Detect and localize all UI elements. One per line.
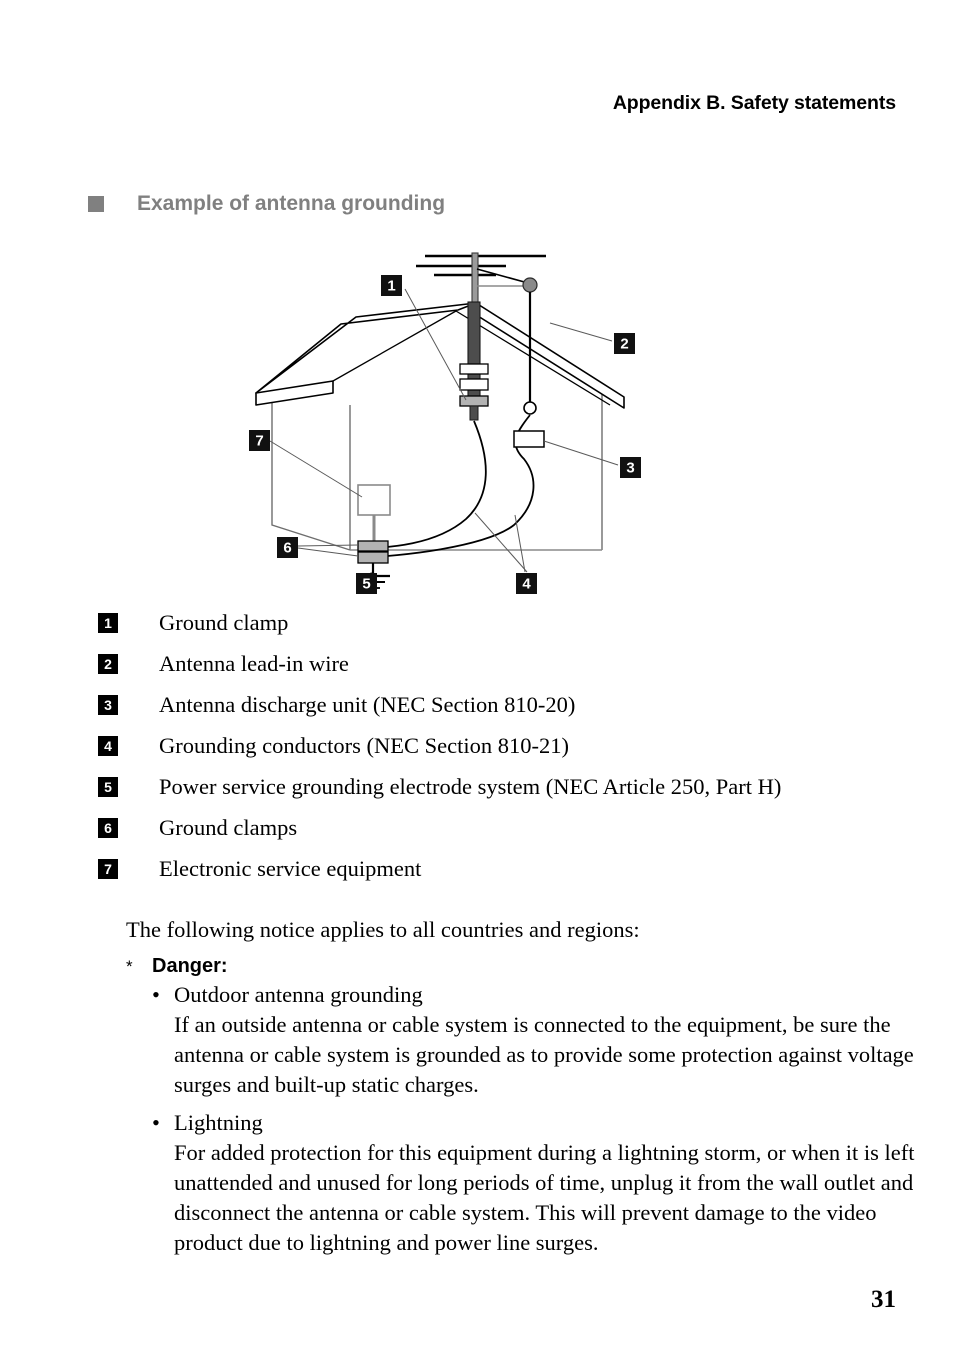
callout-badge-7: 7 xyxy=(249,430,270,451)
notice-intro-text: The following notice applies to all coun… xyxy=(126,917,640,942)
svg-text:1: 1 xyxy=(387,278,395,295)
legend-label: Ground clamps xyxy=(159,815,298,840)
notice-block: The following notice applies to all coun… xyxy=(126,915,916,1258)
antenna-grounding-diagram: 1 2 3 4 5 6 7 xyxy=(238,245,678,605)
legend-badge: 4 xyxy=(98,736,118,756)
legend-item: 5 Power service grounding electrode syst… xyxy=(98,772,928,813)
danger-heading: * Danger: xyxy=(126,955,916,978)
legend-item: 2 Antenna lead-in wire xyxy=(98,649,928,690)
callout-badge-5: 5 xyxy=(356,573,377,594)
callout-badge-3: 3 xyxy=(620,457,641,478)
legend-label: Electronic service equipment xyxy=(159,856,422,881)
callout-badge-1: 1 xyxy=(381,275,402,296)
section-heading-label: Example of antenna grounding xyxy=(137,192,446,215)
legend-badge: 3 xyxy=(98,695,118,715)
notice-bullet-item: • Outdoor antenna grounding If an outsid… xyxy=(152,980,916,1100)
running-header-title: Appendix B. Safety statements xyxy=(612,92,896,114)
bullet-paragraph: If an outside antenna or cable system is… xyxy=(174,1012,914,1097)
bullet-title: Lightning xyxy=(174,1110,263,1135)
ground-clamps xyxy=(357,540,389,564)
legend-item: 1 Ground clamp xyxy=(98,608,928,649)
legend-item: 7 Electronic service equipment xyxy=(98,854,928,895)
section-heading: Example of antenna grounding xyxy=(88,192,445,216)
page-number: 31 xyxy=(871,1286,896,1313)
callout-badge-4: 4 xyxy=(516,573,537,594)
callout-leader-lines xyxy=(269,288,619,591)
asterisk-icon: * xyxy=(126,957,133,976)
electronic-service-equipment xyxy=(357,484,391,542)
legend-badge: 6 xyxy=(98,818,118,838)
callout-badge-6: 6 xyxy=(277,537,298,558)
svg-text:5: 5 xyxy=(362,576,370,593)
svg-text:4: 4 xyxy=(522,576,531,593)
legend-list: 1 Ground clamp 2 Antenna lead-in wire 3 … xyxy=(98,608,928,895)
svg-text:3: 3 xyxy=(626,460,634,477)
legend-badge: 2 xyxy=(98,654,118,674)
legend-label: Power service grounding electrode system… xyxy=(159,774,782,799)
bullet-dot-icon: • xyxy=(152,1110,160,1135)
legend-label: Grounding conductors (NEC Section 810-21… xyxy=(159,733,569,758)
svg-text:2: 2 xyxy=(620,336,628,353)
callout-badge-2: 2 xyxy=(614,333,635,354)
svg-text:7: 7 xyxy=(255,433,263,450)
antenna-discharge-unit xyxy=(513,430,545,448)
bullet-dot-icon: • xyxy=(152,982,160,1007)
legend-item: 3 Antenna discharge unit (NEC Section 81… xyxy=(98,690,928,731)
notice-bullet-item: • Lightning For added protection for thi… xyxy=(152,1108,916,1258)
bullet-paragraph: For added protection for this equipment … xyxy=(174,1140,915,1255)
svg-text:6: 6 xyxy=(283,540,291,557)
legend-badge: 7 xyxy=(98,859,118,879)
legend-item: 4 Grounding conductors (NEC Section 810-… xyxy=(98,731,928,772)
house-roof xyxy=(255,302,625,409)
legend-badge: 1 xyxy=(98,613,118,633)
square-bullet-icon xyxy=(88,196,104,212)
danger-label: Danger: xyxy=(152,955,228,977)
house-body xyxy=(271,391,603,551)
bullet-title: Outdoor antenna grounding xyxy=(174,982,423,1007)
legend-item: 6 Ground clamps xyxy=(98,813,928,854)
legend-label: Ground clamp xyxy=(159,610,289,635)
legend-label: Antenna discharge unit (NEC Section 810-… xyxy=(159,692,576,717)
legend-label: Antenna lead-in wire xyxy=(159,651,349,676)
legend-badge: 5 xyxy=(98,777,118,797)
